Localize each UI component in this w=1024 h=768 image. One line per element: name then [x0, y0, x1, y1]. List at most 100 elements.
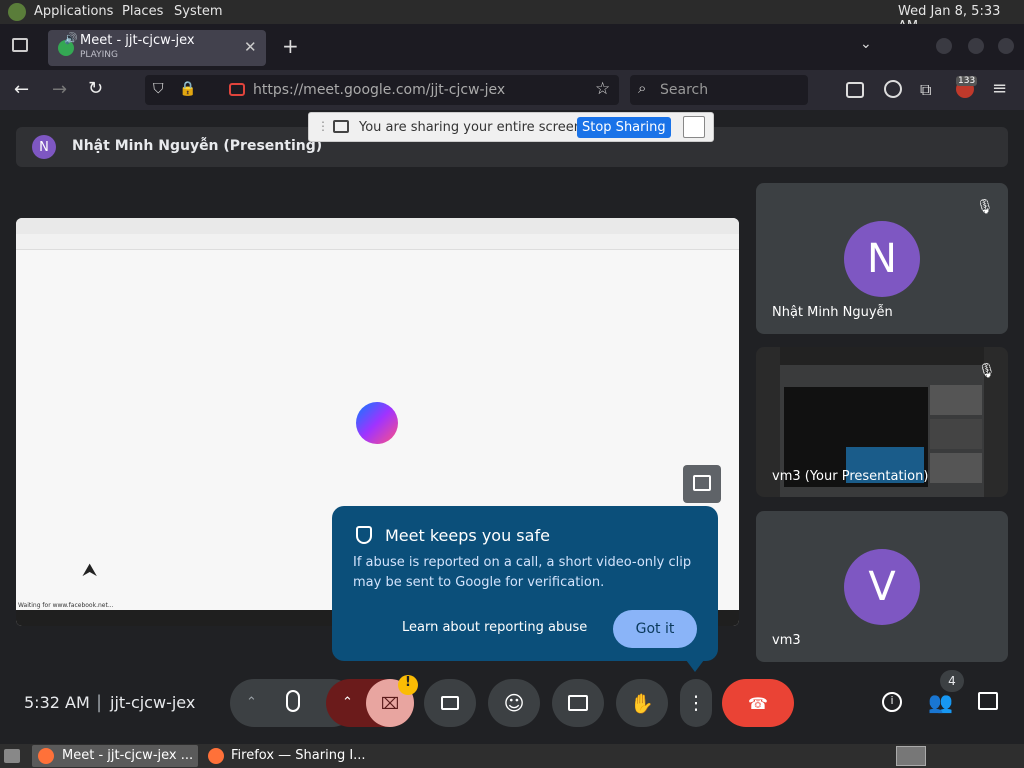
workspace-switcher-icon[interactable]: [896, 746, 926, 766]
pocket-icon[interactable]: [846, 82, 864, 98]
show-desktop-icon[interactable]: [4, 749, 20, 763]
tab-status: PLAYING: [80, 50, 118, 60]
forward-icon[interactable]: →: [52, 79, 67, 100]
places-menu[interactable]: Places: [122, 4, 163, 19]
menu-icon[interactable]: ≡: [992, 78, 1007, 99]
drag-handle-icon[interactable]: ⋮: [317, 119, 329, 133]
preview-tile-n: [930, 385, 982, 415]
present-screen-icon: [568, 695, 588, 711]
mouse-cursor-icon: ⮝: [82, 560, 98, 581]
mic-icon[interactable]: [286, 690, 300, 712]
people-icon[interactable]: 👥: [928, 690, 953, 714]
warning-badge-icon: !: [398, 675, 418, 695]
search-placeholder: Search: [660, 82, 709, 98]
presenter-name: Nhật Minh Nguyễn (Presenting): [72, 138, 323, 154]
mic-off-icon: 🎙: [976, 199, 994, 215]
participant-avatar: V: [844, 549, 920, 625]
shared-status-text: Waiting for www.facebook.net...: [18, 602, 114, 609]
url-text[interactable]: https://meet.google.com/jjt-cjcw-jex: [253, 82, 505, 98]
screen-sharing-icon[interactable]: [229, 83, 245, 96]
tab-meet[interactable]: 🔊 Meet - jjt-cjcw-jex PLAYING ✕: [48, 30, 266, 66]
separator: |: [96, 692, 103, 713]
participant-tile-3[interactable]: V vm3: [756, 511, 1008, 662]
mic-off-icon: 🎙: [978, 363, 996, 379]
reload-icon[interactable]: ↻: [88, 78, 103, 99]
shield-icon[interactable]: ⛉: [153, 81, 164, 97]
participant-tile-1[interactable]: 🎙 N Nhật Minh Nguyễn: [756, 183, 1008, 334]
back-icon[interactable]: ←: [14, 79, 29, 100]
reactions-button[interactable]: ☺: [488, 679, 540, 727]
popup-pointer: [686, 660, 704, 672]
popup-body: If abuse is reported on a call, a short …: [353, 555, 692, 590]
video-options-chevron-icon[interactable]: ⌃: [342, 695, 353, 710]
captions-button[interactable]: [424, 679, 476, 727]
search-bar[interactable]: ⌕ Search: [630, 75, 808, 105]
sharing-indicator: ⋮ You are sharing your entire screen. St…: [308, 112, 714, 142]
emoji-icon: ☺: [503, 691, 525, 715]
taskbar-item-sharing[interactable]: Firefox — Sharing I...: [204, 745, 374, 767]
popup-title: Meet keeps you safe: [385, 526, 550, 545]
meeting-time: 5:32 AM: [24, 693, 90, 712]
system-menu[interactable]: System: [174, 4, 222, 19]
fullscreen-button[interactable]: [683, 465, 721, 503]
firefox-icon: [38, 748, 54, 764]
camera-off-icon: ⌧: [380, 693, 400, 713]
taskbar-item-label: Meet - jjt-cjcw-jex ...: [62, 748, 194, 763]
shared-address-bar: [16, 234, 739, 250]
participant-avatar: N: [844, 221, 920, 297]
participant-tile-2[interactable]: 🎙 vm3 (Your Presentation): [756, 347, 1008, 497]
share-screen-icon: [333, 120, 349, 133]
account-icon[interactable]: [884, 80, 902, 98]
participant-count-badge: 4: [940, 670, 964, 692]
meeting-code: jjt-cjcw-jex: [110, 693, 196, 712]
presenter-avatar: N: [32, 135, 56, 159]
participant-name: vm3: [772, 633, 801, 648]
info-icon[interactable]: i: [882, 692, 902, 712]
more-vert-icon: ⋮: [686, 692, 706, 714]
captions-icon: [441, 696, 459, 710]
present-button[interactable]: [552, 679, 604, 727]
minimize-sharing-button[interactable]: [683, 116, 705, 138]
firefox-icon: [208, 748, 224, 764]
search-icon: ⌕: [638, 79, 647, 97]
top-panel: Applications Places System Wed Jan 8, 5:…: [0, 0, 1024, 34]
taskbar-item-label: Firefox — Sharing I...: [231, 748, 366, 763]
exit-fullscreen-icon: [693, 475, 711, 491]
sharing-message: You are sharing your entire screen.: [359, 120, 587, 135]
chat-icon[interactable]: [978, 692, 998, 710]
extension-badge: 133: [956, 76, 978, 86]
tab-list-chevron-icon[interactable]: ⌄: [860, 36, 872, 52]
lock-icon[interactable]: 🔒: [179, 81, 196, 97]
hand-icon: ✋: [630, 692, 654, 715]
bookmark-star-icon[interactable]: ☆: [595, 79, 610, 99]
shared-tab-bar: [16, 218, 739, 234]
more-options-button[interactable]: ⋮: [680, 679, 712, 727]
stop-sharing-button[interactable]: Stop Sharing: [577, 117, 671, 138]
preview-tab-bar: [780, 347, 984, 365]
preview-tile-v: [930, 453, 982, 483]
tab-title: Meet - jjt-cjcw-jex: [80, 33, 195, 48]
got-it-button[interactable]: Got it: [613, 610, 697, 648]
leave-call-button[interactable]: ☎: [722, 679, 794, 727]
raise-hand-button[interactable]: ✋: [616, 679, 668, 727]
audio-options-chevron-icon[interactable]: ⌃: [246, 695, 257, 710]
extensions-icon[interactable]: ⧉: [920, 80, 931, 100]
participant-name: vm3 (Your Presentation): [772, 469, 929, 484]
taskbar: Meet - jjt-cjcw-jex ... Firefox — Sharin…: [0, 744, 1024, 768]
hang-up-icon: ☎: [748, 693, 768, 713]
gnome-logo-icon[interactable]: [8, 3, 26, 21]
tab-strip: 🔊 Meet - jjt-cjcw-jex PLAYING ✕ + ⌄: [0, 24, 1024, 70]
url-bar[interactable]: ⛉ 🔒 https://meet.google.com/jjt-cjcw-jex…: [145, 75, 619, 105]
speaker-icon[interactable]: 🔊: [64, 32, 78, 45]
safety-popup: Meet keeps you safe If abuse is reported…: [332, 506, 718, 661]
taskbar-item-meet[interactable]: Meet - jjt-cjcw-jex ...: [32, 745, 198, 767]
applications-menu[interactable]: Applications: [34, 4, 113, 19]
maximize-icon[interactable]: [968, 38, 984, 54]
new-tab-icon[interactable]: +: [282, 34, 299, 58]
minimize-icon[interactable]: [936, 38, 952, 54]
shield-icon: [356, 526, 372, 544]
tab-overview-icon[interactable]: [12, 38, 28, 52]
learn-about-reporting-link[interactable]: Learn about reporting abuse: [402, 620, 587, 635]
tab-close-icon[interactable]: ✕: [244, 38, 257, 56]
close-window-icon[interactable]: [998, 38, 1014, 54]
